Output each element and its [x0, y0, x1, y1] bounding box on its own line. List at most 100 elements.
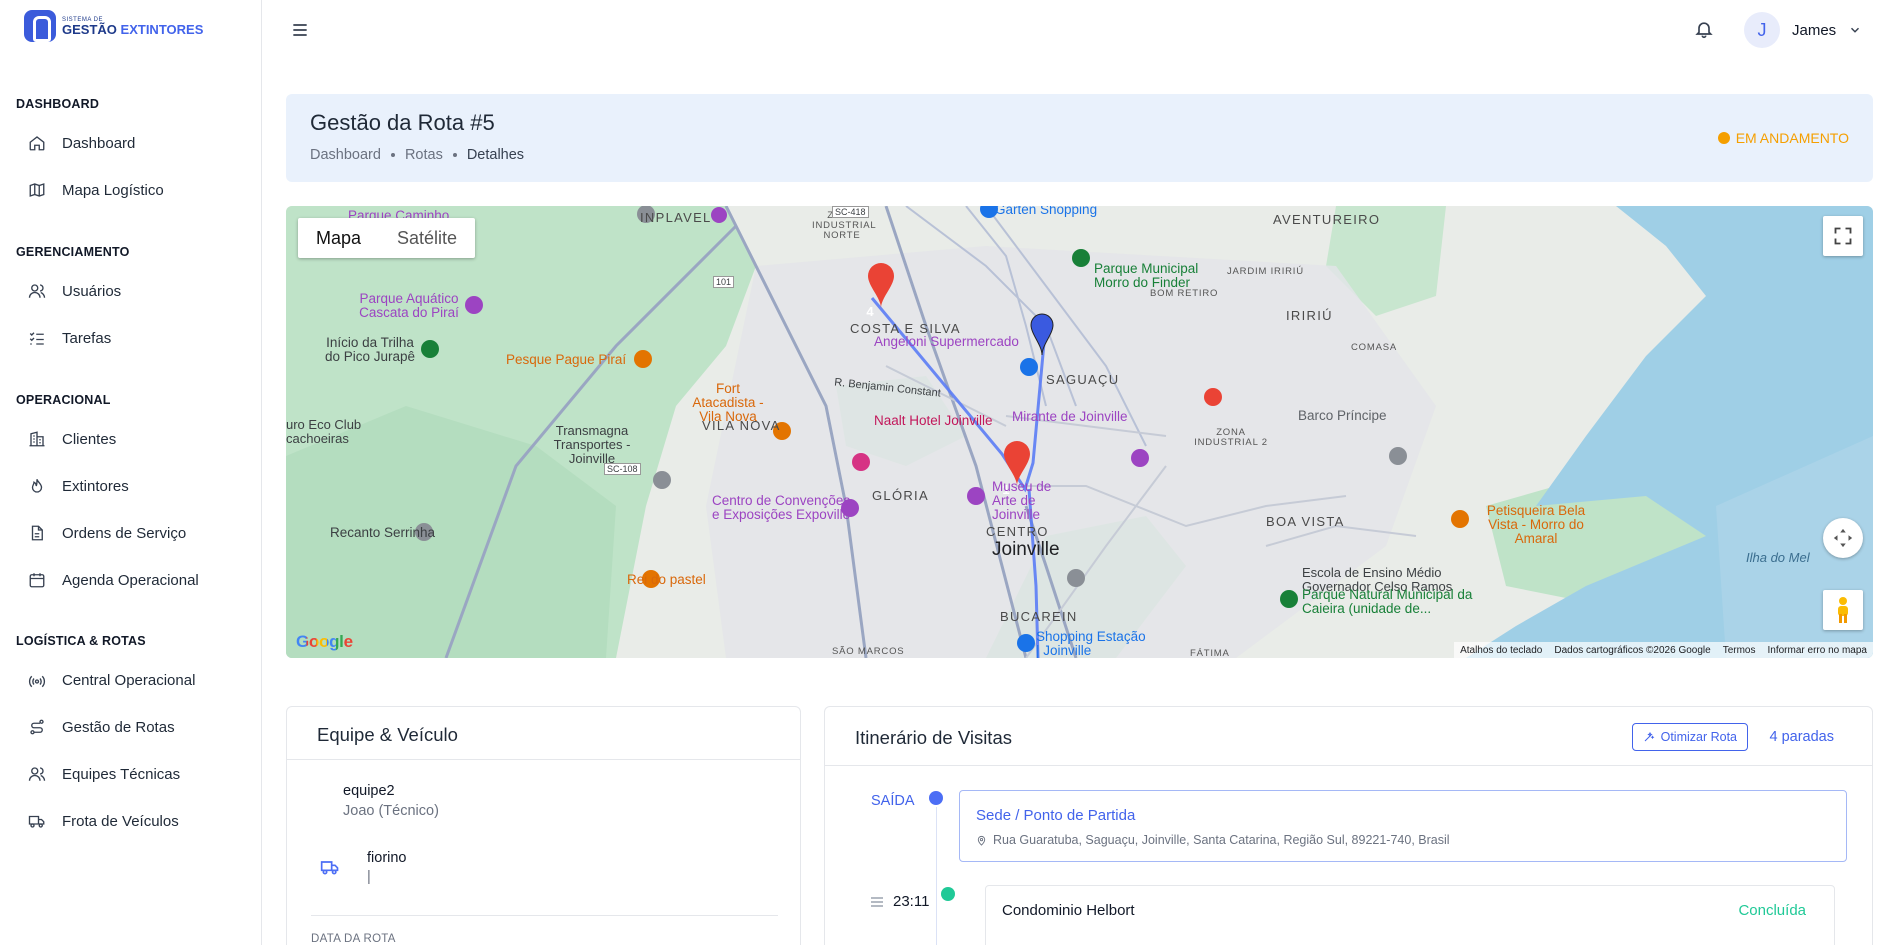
itinerary-title: Itinerário de Visitas	[855, 727, 1012, 748]
sidebar-item-equipes-tecnicas[interactable]: Equipes Técnicas	[28, 759, 248, 789]
map-label-petisqueira: Petisqueira Bela Vista - Morro do Amaral	[1486, 503, 1586, 546]
menu-toggle-button[interactable]	[290, 20, 310, 40]
status-text: EM ANDAMENTO	[1735, 130, 1849, 146]
start-point-address-text: Rua Guaratuba, Saguaçu, Joinville, Santa…	[993, 833, 1450, 847]
logo-title-a: GESTÃO	[62, 21, 117, 37]
divider	[825, 765, 1872, 766]
sidebar-item-label: Extintores	[62, 477, 129, 495]
vehicle-plate: |	[367, 869, 371, 885]
sidebar-item-central-operacional[interactable]: Central Operacional	[28, 665, 248, 695]
sidebar-item-frota-veiculos[interactable]: Frota de Veículos	[28, 806, 248, 836]
map-label-eco-club: uro Eco Club cachoeiras	[286, 417, 362, 446]
map-label-sao-marcos: SÃO MARCOS	[832, 646, 905, 657]
map-type-mapa[interactable]: Mapa	[298, 218, 379, 258]
breadcrumb-rotas[interactable]: Rotas	[405, 147, 443, 163]
truck-icon	[28, 812, 46, 830]
nav-section-dashboard: DASHBOARD	[16, 97, 100, 111]
app-logo[interactable]: SISTEMA DE GESTÃO EXTINTORES	[24, 10, 203, 42]
status-dot-icon	[1717, 132, 1730, 144]
map-label-vila-nova: VILA NOVA	[702, 418, 781, 433]
sidebar-item-extintores[interactable]: Extintores	[28, 471, 248, 501]
route-date-label: DATA DA ROTA	[311, 933, 396, 945]
extinguisher-logo-icon	[24, 10, 56, 42]
sidebar-item-gestao-rotas[interactable]: Gestão de Rotas	[28, 712, 248, 742]
map-label-centro: CENTRO	[986, 524, 1049, 539]
flame-icon	[28, 477, 46, 495]
notifications-button[interactable]	[1694, 19, 1714, 39]
sidebar-item-label: Agenda Operacional	[62, 571, 199, 589]
sidebar-item-label: Central Operacional	[62, 671, 196, 689]
map-label-iririu: IRIRIÚ	[1286, 308, 1333, 323]
fullscreen-button[interactable]	[1823, 216, 1863, 256]
team-icon	[28, 765, 46, 783]
map-label-transmagna: Transmagna Transportes - Joinville	[553, 423, 631, 466]
pegman-icon	[1838, 597, 1848, 623]
map-label-museu: Museu de Arte de Joinville	[992, 479, 1052, 522]
map-footer-report[interactable]: Informar erro no mapa	[1768, 645, 1868, 656]
map-footer: Atalhos do teclado Dados cartográficos ©…	[1454, 642, 1873, 658]
divider	[311, 915, 778, 916]
visit-status: Concluída	[1738, 902, 1806, 919]
list-check-icon	[28, 329, 46, 347]
visit-time-row: 23:11	[871, 893, 929, 910]
visit-name: Condominio Helbort	[1002, 902, 1135, 919]
sidebar-item-tarefas[interactable]: Tarefas	[28, 323, 248, 353]
map-label-gloria: GLÓRIA	[872, 488, 929, 503]
sidebar-item-mapa-logistico[interactable]: Mapa Logístico	[28, 175, 248, 205]
sidebar-item-ordens-servico[interactable]: Ordens de Serviço	[28, 518, 248, 548]
map-label-mirante: Mirante de Joinville	[1012, 409, 1128, 424]
visit-dot	[941, 887, 955, 901]
breadcrumb-dashboard[interactable]: Dashboard	[310, 147, 381, 163]
sidebar-item-label: Clientes	[62, 430, 117, 448]
sidebar-item-usuarios[interactable]: Usuários	[28, 276, 248, 306]
logo-title-b: EXTINTORES	[120, 21, 204, 37]
breadcrumb-separator	[390, 153, 395, 157]
pan-arrows-icon	[1833, 528, 1853, 548]
start-point-address: Rua Guaratuba, Saguaçu, Joinville, Santa…	[976, 833, 1450, 847]
map-label-angeloni: Angeloni Supermercado	[874, 334, 1019, 349]
page-header: Gestão da Rota #5 Dashboard Rotas Detalh…	[286, 94, 1873, 182]
map-label-parque-aquatico: Parque Aquático Cascata do Piraí	[359, 291, 459, 320]
user-menu[interactable]: J James	[1744, 12, 1862, 48]
visit-time: 23:11	[893, 893, 930, 910]
sidebar-item-clientes[interactable]: Clientes	[28, 424, 248, 454]
road-shield-sc418: SC-418	[832, 206, 869, 218]
bell-icon	[1695, 22, 1713, 39]
team-name: equipe2	[343, 783, 395, 799]
optimize-route-button[interactable]: Otimizar Rota	[1631, 723, 1748, 751]
map-label-bom-retiro: BOM RETIRO	[1150, 288, 1219, 299]
map-type-satelite[interactable]: Satélite	[379, 218, 475, 258]
breadcrumb-separator	[452, 153, 457, 157]
sidebar: SISTEMA DE GESTÃO EXTINTORES DASHBOARD D…	[0, 0, 262, 945]
nav-section-logistica: LOGÍSTICA & ROTAS	[16, 634, 146, 648]
map-type-toggle: Mapa Satélite	[298, 218, 476, 258]
document-icon	[28, 524, 46, 542]
map-label-garten: Garten Shopping	[995, 206, 1098, 217]
map-footer-terms[interactable]: Termos	[1723, 645, 1756, 656]
route-map[interactable]: 4 1 Parque Caminho INPLAVEL ZONA INDUSTR…	[286, 206, 1873, 658]
status-badge: EM ANDAMENTO	[1717, 130, 1849, 146]
map-label-barco: Barco Príncipe	[1298, 408, 1387, 423]
start-point-card[interactable]: Sede / Ponto de Partida Rua Guaratuba, S…	[959, 790, 1847, 862]
street-view-pegman[interactable]	[1823, 590, 1863, 630]
road-shield-101: 101	[713, 276, 735, 288]
drag-handle-icon[interactable]	[871, 896, 883, 907]
nav-section-operacional: OPERACIONAL	[16, 393, 111, 407]
map-footer-shortcuts[interactable]: Atalhos do teclado	[1460, 645, 1542, 656]
sidebar-item-dashboard[interactable]: Dashboard	[28, 128, 248, 158]
sidebar-item-label: Equipes Técnicas	[62, 765, 181, 783]
map-label-inplavel: INPLAVEL	[640, 210, 712, 225]
sidebar-item-agenda-operacional[interactable]: Agenda Operacional	[28, 565, 248, 595]
map-label-comasa: COMASA	[1351, 342, 1397, 353]
map-label-inicio-trilha: Início da Trilha do Pico Jurapê	[324, 335, 416, 364]
logo-text: SISTEMA DE GESTÃO EXTINTORES	[62, 17, 203, 36]
sidebar-item-label: Tarefas	[62, 329, 112, 347]
user-name: James	[1792, 21, 1837, 39]
magic-wand-icon	[1644, 731, 1654, 742]
page-title: Gestão da Rota #5	[310, 110, 495, 135]
marker-4-label: 4	[866, 304, 874, 319]
visit-card[interactable]: Condominio Helbort Concluída	[985, 885, 1835, 945]
map-label-recanto: Recanto Serrinha	[330, 525, 436, 540]
camera-control-button[interactable]	[1823, 518, 1863, 558]
route-icon	[28, 718, 46, 736]
